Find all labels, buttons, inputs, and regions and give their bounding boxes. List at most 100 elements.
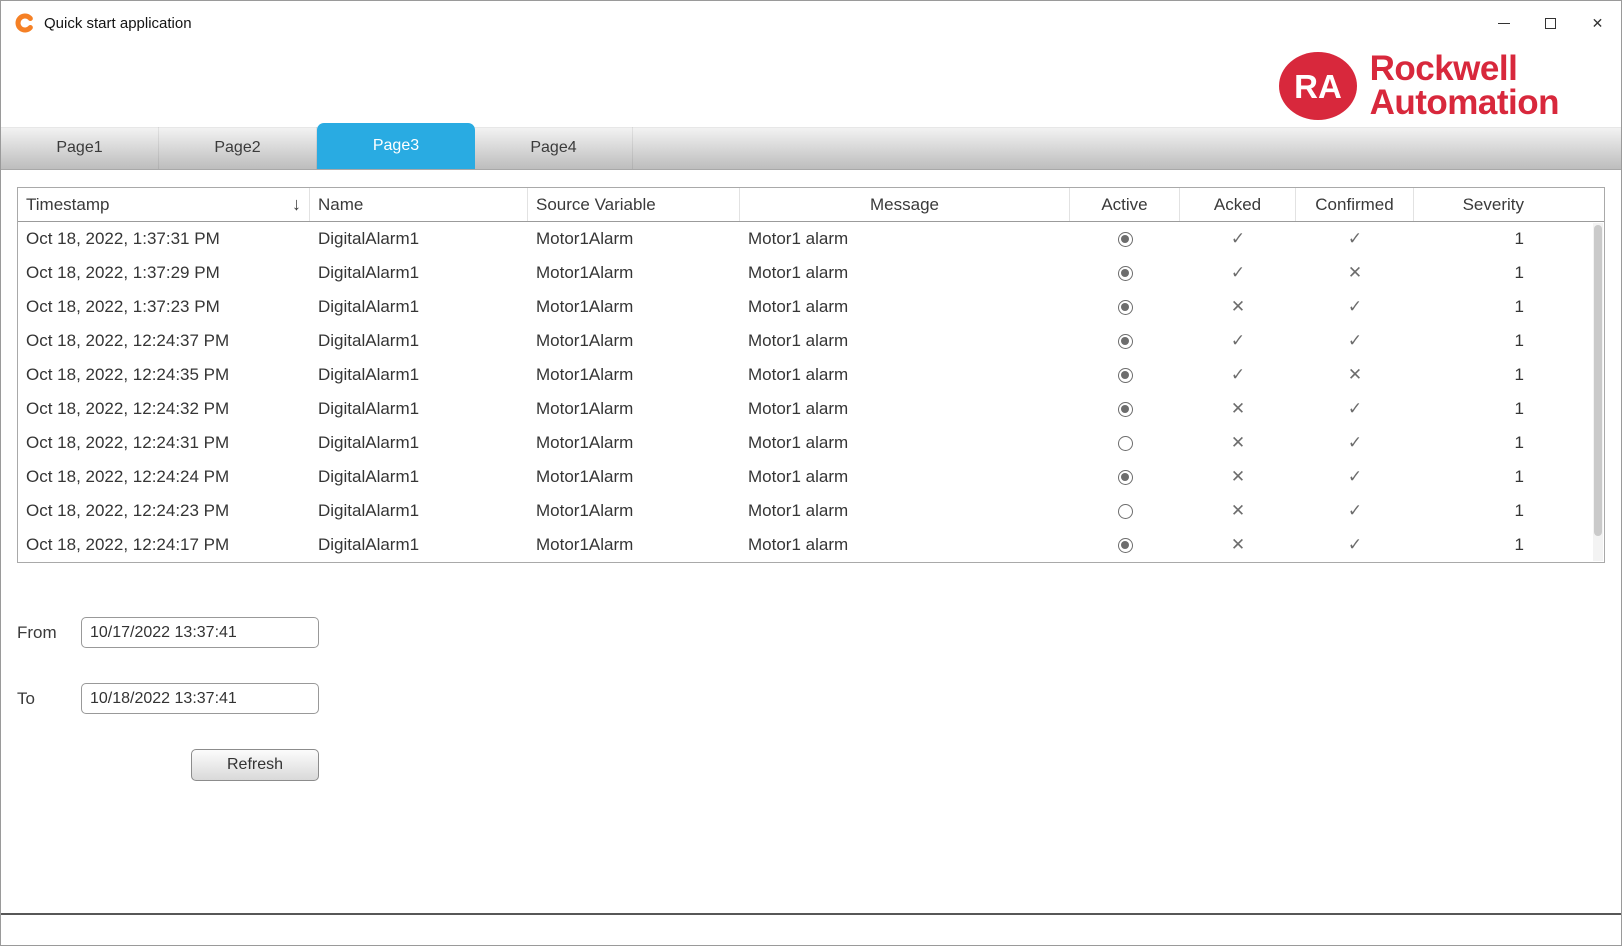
tab-page2[interactable]: Page2: [159, 127, 317, 169]
radio-filled-icon: [1118, 470, 1133, 485]
table-row[interactable]: Oct 18, 2022, 12:24:32 PMDigitalAlarm1Mo…: [18, 392, 1604, 426]
table-row[interactable]: Oct 18, 2022, 1:37:23 PMDigitalAlarm1Mot…: [18, 290, 1604, 324]
app-icon: [15, 13, 35, 33]
cell-name: DigitalAlarm1: [310, 433, 528, 453]
table-scrollbar[interactable]: [1593, 223, 1603, 561]
check-icon: ✓: [1296, 331, 1414, 351]
cell-source-variable: Motor1Alarm: [528, 297, 740, 317]
cell-severity: 1: [1414, 535, 1604, 555]
refresh-button[interactable]: Refresh: [191, 749, 319, 781]
title-bar: Quick start application ✕: [1, 1, 1621, 45]
cross-icon: ✕: [1180, 467, 1296, 487]
cell-name: DigitalAlarm1: [310, 263, 528, 283]
radio-filled-icon: [1118, 266, 1133, 281]
to-date-input[interactable]: [81, 683, 319, 714]
cell-active: [1070, 300, 1180, 315]
column-header-timestamp[interactable]: Timestamp ↓: [18, 188, 310, 221]
table-row[interactable]: Oct 18, 2022, 12:24:24 PMDigitalAlarm1Mo…: [18, 460, 1604, 494]
radio-filled-icon: [1118, 368, 1133, 383]
cell-active: [1070, 334, 1180, 349]
cell-source-variable: Motor1Alarm: [528, 263, 740, 283]
cell-timestamp: Oct 18, 2022, 12:24:17 PM: [18, 535, 310, 555]
scrollbar-thumb[interactable]: [1594, 225, 1602, 536]
column-header-message[interactable]: Message: [740, 188, 1070, 221]
cell-severity: 1: [1414, 263, 1604, 283]
check-icon: ✓: [1296, 297, 1414, 317]
cell-source-variable: Motor1Alarm: [528, 501, 740, 521]
column-header-confirmed[interactable]: Confirmed: [1296, 188, 1414, 221]
maximize-button[interactable]: [1527, 1, 1574, 45]
radio-filled-icon: [1118, 402, 1133, 417]
cell-name: DigitalAlarm1: [310, 365, 528, 385]
cell-name: DigitalAlarm1: [310, 501, 528, 521]
table-row[interactable]: Oct 18, 2022, 1:37:29 PMDigitalAlarm1Mot…: [18, 256, 1604, 290]
radio-filled-icon: [1118, 538, 1133, 553]
cell-timestamp: Oct 18, 2022, 1:37:29 PM: [18, 263, 310, 283]
cross-icon: ✕: [1180, 501, 1296, 521]
cell-severity: 1: [1414, 229, 1604, 249]
cell-timestamp: Oct 18, 2022, 1:37:31 PM: [18, 229, 310, 249]
column-header-active[interactable]: Active: [1070, 188, 1180, 221]
cell-timestamp: Oct 18, 2022, 12:24:32 PM: [18, 399, 310, 419]
column-header-severity[interactable]: Severity: [1414, 188, 1604, 221]
from-date-input[interactable]: [81, 617, 319, 648]
cell-message: Motor1 alarm: [740, 535, 1070, 555]
cell-message: Motor1 alarm: [740, 467, 1070, 487]
check-icon: ✓: [1296, 433, 1414, 453]
cross-icon: ✕: [1296, 365, 1414, 385]
cell-active: [1070, 504, 1180, 519]
tab-page3[interactable]: Page3: [317, 123, 475, 169]
radio-filled-icon: [1118, 300, 1133, 315]
cell-timestamp: Oct 18, 2022, 12:24:31 PM: [18, 433, 310, 453]
minimize-button[interactable]: [1480, 1, 1527, 45]
filter-panel: From To Refresh: [17, 617, 1621, 781]
cell-active: [1070, 232, 1180, 247]
cell-message: Motor1 alarm: [740, 433, 1070, 453]
close-button[interactable]: ✕: [1574, 1, 1621, 45]
table-header: Timestamp ↓ Name Source Variable Message…: [18, 188, 1604, 222]
to-label: To: [17, 689, 81, 709]
table-row[interactable]: Oct 18, 2022, 1:37:31 PMDigitalAlarm1Mot…: [18, 222, 1604, 256]
column-header-name[interactable]: Name: [310, 188, 528, 221]
from-label: From: [17, 623, 81, 643]
check-icon: ✓: [1180, 263, 1296, 283]
cell-timestamp: Oct 18, 2022, 12:24:24 PM: [18, 467, 310, 487]
cell-active: [1070, 470, 1180, 485]
check-icon: ✓: [1296, 399, 1414, 419]
radio-filled-icon: [1118, 232, 1133, 247]
cell-message: Motor1 alarm: [740, 331, 1070, 351]
check-icon: ✓: [1296, 229, 1414, 249]
cell-active: [1070, 266, 1180, 281]
cell-severity: 1: [1414, 433, 1604, 453]
brand-text: Rockwell Automation: [1370, 52, 1559, 120]
column-header-source-variable[interactable]: Source Variable: [528, 188, 740, 221]
app-window: Quick start application ✕ RA Rockwell Au…: [0, 0, 1622, 946]
cell-message: Motor1 alarm: [740, 365, 1070, 385]
table-body: Oct 18, 2022, 1:37:31 PMDigitalAlarm1Mot…: [18, 222, 1604, 562]
cross-icon: ✕: [1180, 433, 1296, 453]
cell-name: DigitalAlarm1: [310, 399, 528, 419]
brand-line2: Automation: [1370, 86, 1559, 120]
cell-active: [1070, 538, 1180, 553]
table-row[interactable]: Oct 18, 2022, 12:24:35 PMDigitalAlarm1Mo…: [18, 358, 1604, 392]
table-row[interactable]: Oct 18, 2022, 12:24:23 PMDigitalAlarm1Mo…: [18, 494, 1604, 528]
check-icon: ✓: [1180, 229, 1296, 249]
tab-page1[interactable]: Page1: [1, 127, 159, 169]
cell-message: Motor1 alarm: [740, 229, 1070, 249]
cell-active: [1070, 402, 1180, 417]
cell-source-variable: Motor1Alarm: [528, 229, 740, 249]
cell-active: [1070, 368, 1180, 383]
brand-line1: Rockwell: [1370, 52, 1559, 86]
cell-source-variable: Motor1Alarm: [528, 467, 740, 487]
table-row[interactable]: Oct 18, 2022, 12:24:37 PMDigitalAlarm1Mo…: [18, 324, 1604, 358]
tab-page4[interactable]: Page4: [475, 127, 633, 169]
cell-name: DigitalAlarm1: [310, 229, 528, 249]
table-row[interactable]: Oct 18, 2022, 12:24:31 PMDigitalAlarm1 Mo…: [18, 426, 1604, 460]
column-header-acked[interactable]: Acked: [1180, 188, 1296, 221]
logo-row: RA Rockwell Automation: [1, 45, 1621, 127]
cell-source-variable: Motor1Alarm: [528, 535, 740, 555]
cell-severity: 1: [1414, 297, 1604, 317]
check-icon: ✓: [1296, 535, 1414, 555]
cell-severity: 1: [1414, 501, 1604, 521]
table-row[interactable]: Oct 18, 2022, 12:24:17 PMDigitalAlarm1Mo…: [18, 528, 1604, 562]
